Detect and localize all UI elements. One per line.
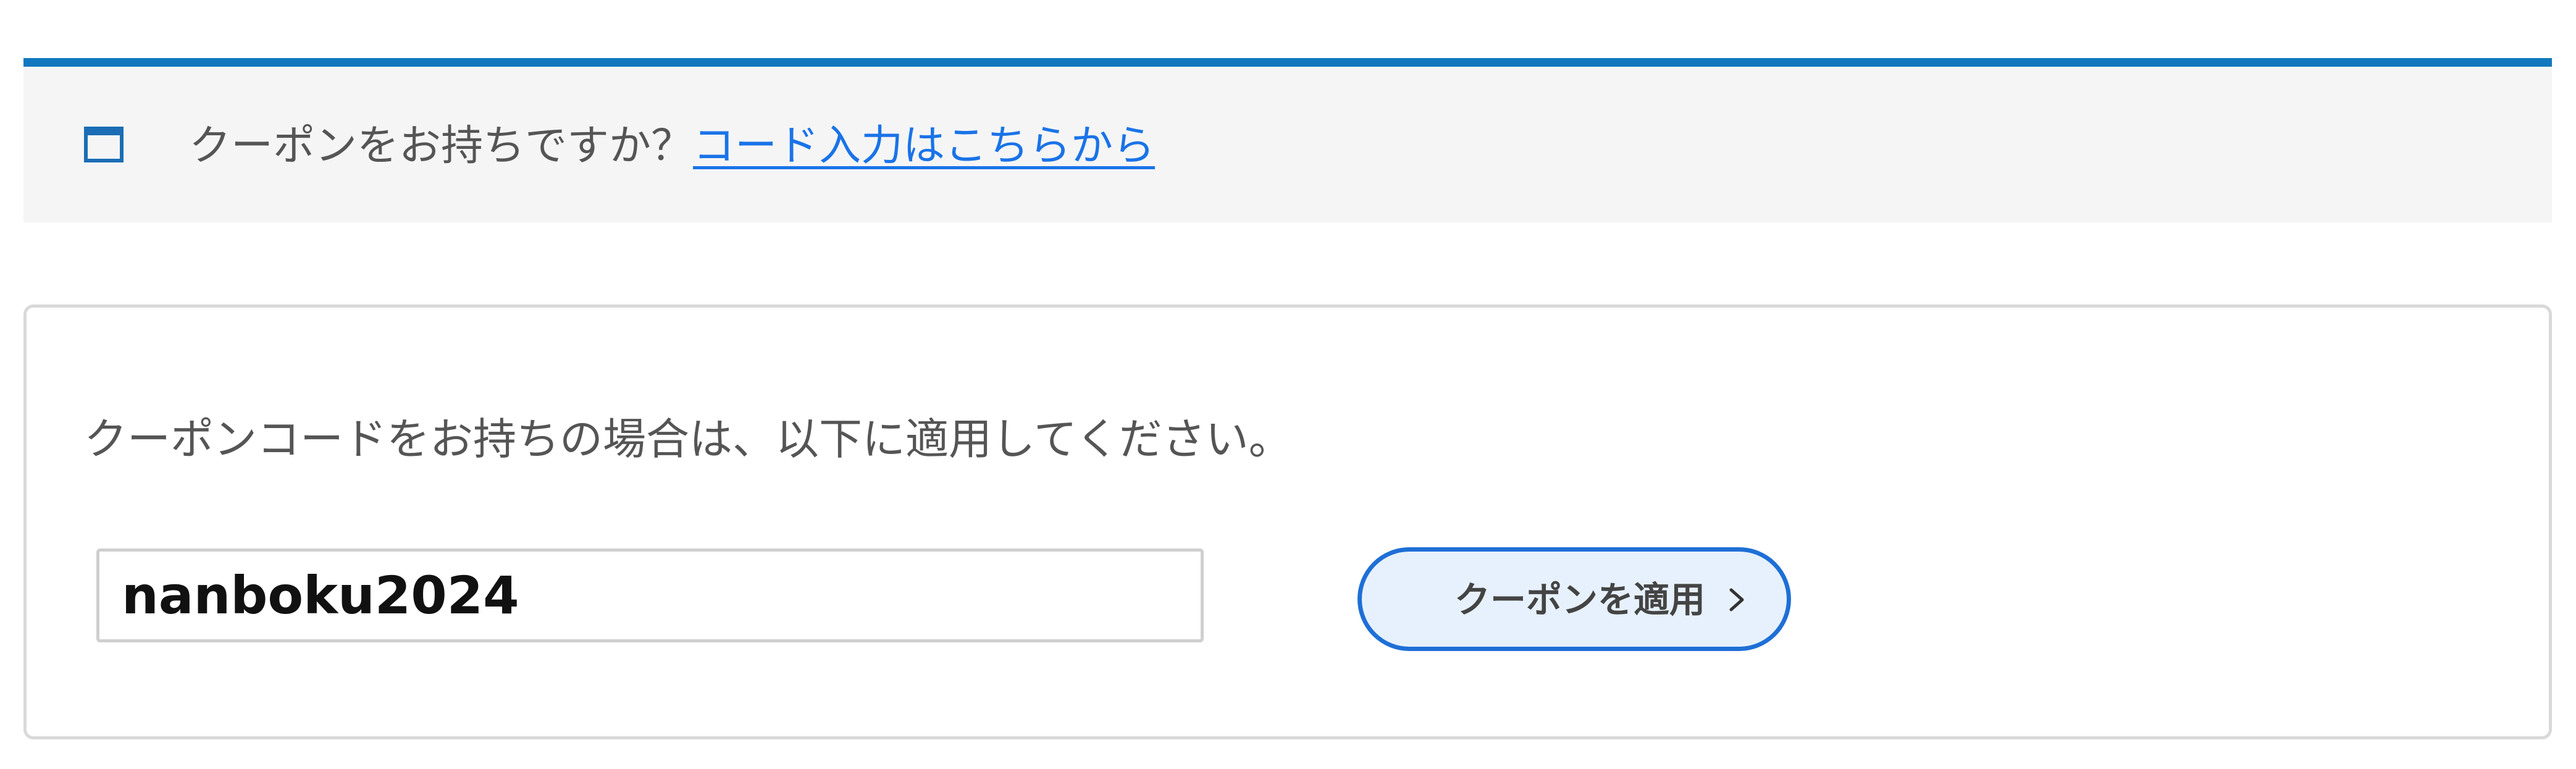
apply-coupon-button[interactable]: クーポンを適用 [1357,547,1791,651]
coupon-form-panel: クーポンコードをお持ちの場合は、以下に適用してください。 クーポンを適用 [23,305,2552,739]
chevron-right-icon [1729,588,1744,611]
coupon-notice-text: クーポンをお持ちですか？コード入力はこちらから [189,119,1155,174]
coupon-notice-bar: クーポンをお持ちですか？コード入力はこちらから [23,58,2552,222]
window-icon [84,127,124,162]
coupon-code-input[interactable] [96,548,1204,642]
coupon-instruction-text: クーポンコードをお持ちの場合は、以下に適用してください。 [84,414,1292,464]
coupon-question-text: クーポンをお持ちですか？ [189,122,694,170]
apply-coupon-button-label: クーポンを適用 [1454,579,1706,621]
enter-code-link[interactable]: コード入力はこちらから [693,122,1155,170]
